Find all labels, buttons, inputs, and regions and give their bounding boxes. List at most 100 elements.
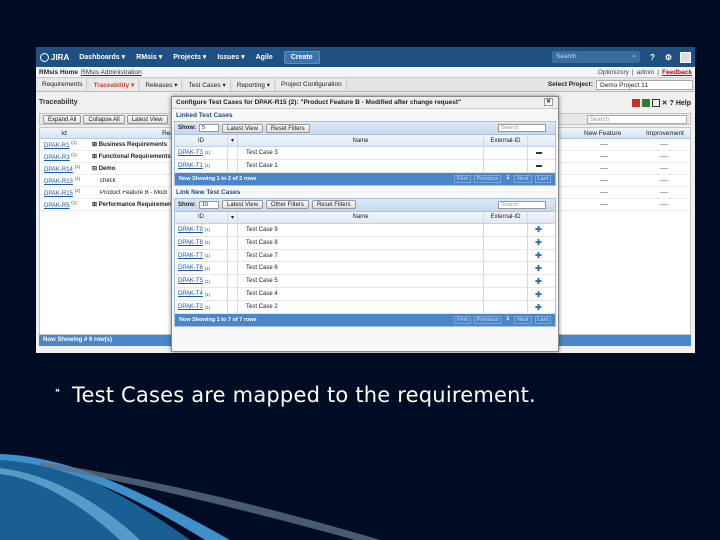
close-icon[interactable]: ✕ (544, 98, 553, 106)
test-case-id-cell[interactable]: DPAK-T9 (1) (175, 223, 228, 236)
user-link[interactable]: admin (637, 69, 655, 76)
table-row[interactable]: DPAK-T6 (1) Test Case 6 ✚ (175, 262, 555, 276)
req-id-cell[interactable]: DPAK-R14 (1) (40, 164, 88, 173)
test-case-id-cell[interactable]: DPAK-T4 (1) (175, 288, 228, 301)
test-case-id-link[interactable]: DPAK-T5 (178, 278, 203, 284)
link-button[interactable]: ✚ (528, 275, 549, 287)
unlinked-col-name[interactable]: Name (238, 211, 484, 223)
expand-all-button[interactable]: Expand All (43, 114, 82, 124)
unlinked-last-button[interactable]: Last (534, 316, 551, 325)
unlink-button[interactable] (528, 147, 549, 159)
linked-col-id[interactable]: ID (175, 135, 228, 146)
req-id-link[interactable]: DPAK-R5 (44, 203, 70, 209)
test-case-id-cell[interactable]: DPAK-T3 (1) (175, 147, 228, 159)
req-id-link[interactable]: DPAK-R15 (44, 191, 73, 197)
req-id-link[interactable]: DPAK-R1 (44, 143, 70, 149)
help-circle-icon[interactable]: ? (670, 100, 674, 107)
avatar[interactable] (680, 51, 691, 63)
unlinked-col-id[interactable]: ID (175, 211, 228, 223)
table-row[interactable]: DPAK-T4 (1) Test Case 4 ✚ (175, 288, 555, 302)
trace-search-input[interactable]: Search (587, 114, 687, 124)
nav-issues[interactable]: Issues ▾ (217, 53, 244, 61)
req-id-link[interactable]: DPAK-R3 (44, 155, 70, 161)
linked-col-filter-icon[interactable]: ▾ (228, 135, 238, 146)
optimizory-link[interactable]: Optimizory (598, 69, 629, 76)
gear-icon[interactable]: ⚙ (665, 53, 672, 62)
menu-project-configuration[interactable]: Project Configuration (276, 79, 347, 90)
test-case-id-link[interactable]: DPAK-T6 (178, 265, 203, 271)
link-button[interactable]: ✚ (528, 237, 549, 249)
test-case-id-cell[interactable]: DPAK-T1 (1) (175, 159, 228, 172)
linked-last-button[interactable]: Last (534, 174, 551, 183)
req-id-cell[interactable]: DPAK-R15 (2) (40, 188, 88, 197)
col-req[interactable]: Req (88, 130, 178, 137)
req-id-cell[interactable]: DPAK-R5 (1) (40, 200, 88, 209)
help-icon[interactable]: ? (650, 53, 655, 62)
rmsis-home-link[interactable]: RMsis Home (39, 69, 78, 76)
test-case-id-link[interactable]: DPAK-T2 (178, 304, 203, 310)
linked-search-input[interactable]: Search (498, 124, 546, 132)
test-case-id-link[interactable]: DPAK-T4 (178, 291, 203, 297)
col-id[interactable]: Id (40, 130, 88, 137)
req-id-link[interactable]: DPAK-R13 (44, 179, 73, 185)
table-row[interactable]: DPAK-T9 (1) Test Case 9 ✚ (175, 223, 555, 237)
link-button[interactable]: ✚ (528, 262, 549, 274)
feedback-link[interactable]: Feedback (662, 69, 692, 76)
linked-reset-filters-button[interactable]: Reset Filters (265, 123, 310, 133)
create-button[interactable]: Create (283, 50, 320, 64)
nav-rmsis[interactable]: RMsis ▾ (136, 53, 162, 61)
table-row[interactable]: DPAK-T2 (1) Test Case 2 ✚ (175, 301, 555, 315)
test-case-id-link[interactable]: DPAK-T8 (178, 240, 203, 246)
linked-page-size-select[interactable]: 5 (199, 124, 219, 132)
csv-icon[interactable] (651, 99, 660, 107)
collapse-all-button[interactable]: Collapse All (83, 114, 125, 124)
link-button[interactable]: ✚ (528, 250, 549, 262)
test-case-id-cell[interactable]: DPAK-T8 (1) (175, 236, 228, 249)
test-case-id-cell[interactable]: DPAK-T6 (1) (175, 262, 228, 275)
link-button[interactable]: ✚ (528, 301, 549, 313)
menu-traceability[interactable]: Traceability ▾ (89, 78, 140, 91)
jira-logo[interactable]: JIRA (40, 52, 69, 62)
tools-icon[interactable]: ✕ (662, 99, 668, 107)
menu-reporting[interactable]: Reporting ▾ (232, 78, 275, 91)
unlinked-other-filters-button[interactable]: Other Filters (265, 200, 309, 210)
link-button[interactable]: ✚ (528, 288, 549, 300)
req-id-cell[interactable]: DPAK-R3 (1) (40, 152, 88, 161)
nav-projects[interactable]: Projects ▾ (173, 53, 206, 61)
unlinked-first-button[interactable]: First (454, 316, 471, 325)
unlinked-reset-filters-button[interactable]: Reset Filters (311, 200, 356, 210)
test-case-id-cell[interactable]: DPAK-T2 (1) (175, 301, 228, 314)
menu-requirements[interactable]: Requirements (38, 79, 88, 90)
project-select[interactable]: Demo Project 11 (596, 79, 693, 90)
test-case-id-link[interactable]: DPAK-T7 (178, 253, 203, 259)
table-row[interactable]: DPAK-T3 (1) Test Case 3 (175, 147, 555, 160)
unlinked-prev-button[interactable]: Previous (473, 316, 502, 325)
latest-view-button[interactable]: Latest View (126, 114, 168, 124)
rmsis-admin-link[interactable]: RMsis Administration (81, 69, 142, 76)
linked-first-button[interactable]: First (454, 174, 471, 183)
unlinked-next-button[interactable]: Next (514, 316, 532, 325)
header-search-input[interactable]: Search ⌕ (551, 51, 640, 63)
req-id-link[interactable]: DPAK-R14 (44, 167, 73, 173)
table-row[interactable]: DPAK-T5 (1) Test Case 5 ✚ (175, 275, 555, 289)
pdf-icon[interactable] (631, 99, 640, 107)
menu-releases[interactable]: Releases ▾ (141, 78, 183, 91)
table-row[interactable]: DPAK-T8 (1) Test Case 8 ✚ (175, 236, 555, 250)
col-new-feature[interactable]: New Feature (580, 130, 625, 137)
linked-col-external-id[interactable]: External-ID (484, 135, 528, 146)
linked-prev-button[interactable]: Previous (473, 174, 502, 183)
menu-test-cases[interactable]: Test Cases ▾ (184, 78, 231, 91)
test-case-id-link[interactable]: DPAK-T9 (178, 227, 203, 233)
req-id-cell[interactable]: DPAK-R1 (1) (40, 140, 88, 149)
nav-agile[interactable]: Agile (256, 54, 273, 61)
unlinked-latest-view-button[interactable]: Latest View (222, 200, 263, 210)
unlinked-search-input[interactable]: Search (498, 200, 546, 209)
unlinked-col-filter-icon[interactable]: ▾ (228, 211, 238, 223)
nav-dashboards[interactable]: Dashboards ▾ (79, 53, 125, 61)
table-row[interactable]: DPAK-T7 (1) Test Case 7 ✚ (175, 249, 555, 263)
unlinked-page-size-select[interactable]: 10 (199, 200, 219, 209)
linked-col-name[interactable]: Name (238, 135, 484, 146)
table-row[interactable]: DPAK-T1 (1) Test Case 1 (175, 159, 555, 173)
col-improvement[interactable]: Improvement (642, 130, 688, 137)
linked-latest-view-button[interactable]: Latest View (222, 123, 263, 133)
